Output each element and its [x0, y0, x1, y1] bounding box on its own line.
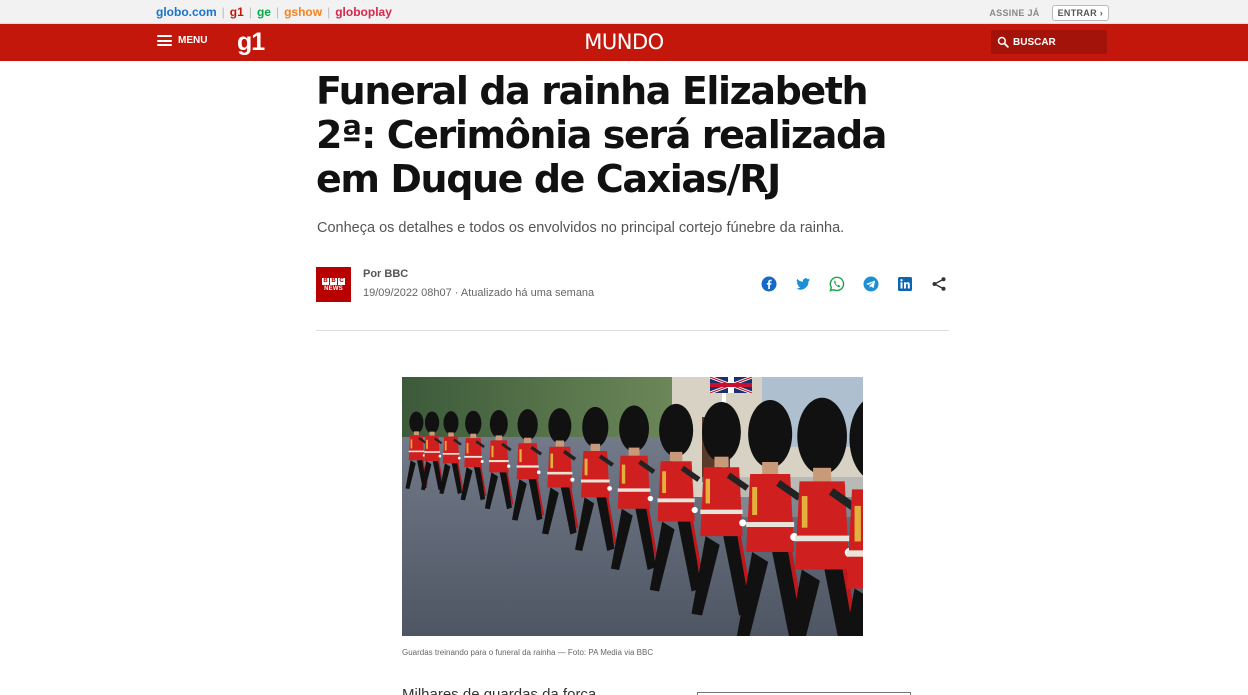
author-name: Por BBC	[363, 268, 409, 280]
brand-link-ge[interactable]: ge	[257, 5, 271, 19]
facebook-icon[interactable]	[761, 276, 777, 292]
bbc-logo-letter: C	[338, 277, 345, 285]
search-label: BUSCAR	[1013, 36, 1056, 48]
site-header: MENU g1 MUNDO BUSCAR	[0, 24, 1248, 61]
menu-label: MENU	[178, 35, 208, 46]
byline-divider	[316, 330, 949, 331]
brand-separator: |	[275, 5, 280, 19]
article-title: Funeral da rainha Elizabeth 2ª: Cerimôni…	[316, 69, 887, 201]
menu-button[interactable]: MENU	[157, 35, 207, 46]
account-links: ASSINE JÁ ENTRAR ›	[989, 5, 1109, 21]
bbc-logo-letter: B	[330, 277, 337, 285]
brand-link-gshow[interactable]: gshow	[284, 5, 322, 19]
brand-link-g1[interactable]: g1	[230, 5, 244, 19]
bbc-logo-word: NEWS	[324, 285, 343, 292]
article-body-start: Milhares de guardas da força...	[402, 686, 609, 695]
share-icon[interactable]	[931, 276, 947, 292]
hamburger-icon	[157, 35, 172, 46]
bbc-news-logo: B B C NEWS	[316, 267, 351, 302]
brand-separator: |	[248, 5, 252, 19]
search-icon	[997, 36, 1009, 48]
subscribe-link[interactable]: ASSINE JÁ	[989, 8, 1039, 18]
brand-separator: |	[327, 5, 331, 19]
share-bar	[761, 276, 947, 292]
g1-logo[interactable]: g1	[237, 28, 265, 57]
globo-top-bar: globo.com | g1 | ge | gshow | globoplay …	[0, 0, 1248, 24]
brand-link-globoplay[interactable]: globoplay	[335, 5, 392, 19]
whatsapp-icon[interactable]	[829, 276, 845, 292]
royal-guards-photo	[402, 377, 863, 636]
telegram-icon[interactable]	[863, 276, 879, 292]
article-photo	[402, 377, 863, 636]
bbc-logo-letter: B	[322, 277, 329, 285]
brand-link-globo[interactable]: globo.com	[156, 5, 217, 19]
brand-separator: |	[221, 5, 225, 19]
search-button[interactable]: BUSCAR	[991, 30, 1107, 54]
twitter-icon[interactable]	[795, 276, 811, 292]
publish-date: 19/09/2022 08h07 · Atualizado há uma sem…	[363, 287, 595, 299]
linkedin-icon[interactable]	[897, 276, 913, 292]
article-subtitle: Conheça os detalhes e todos os envolvido…	[317, 220, 845, 236]
photo-caption: Guardas treinando para o funeral da rain…	[402, 648, 654, 657]
login-button[interactable]: ENTRAR ›	[1051, 5, 1109, 21]
globo-brands: globo.com | g1 | ge | gshow | globoplay	[156, 5, 392, 19]
